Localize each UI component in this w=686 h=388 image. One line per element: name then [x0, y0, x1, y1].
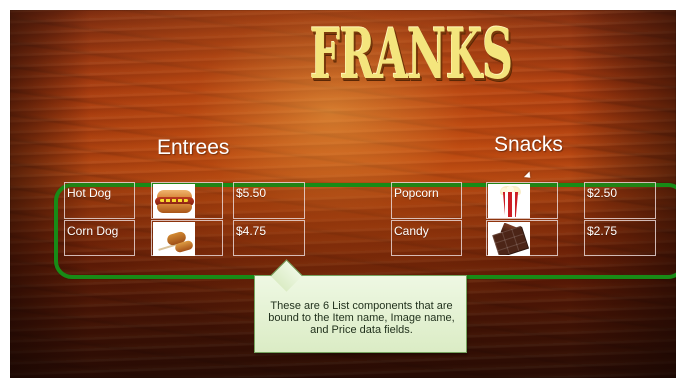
chocolate-candy-image	[488, 222, 530, 256]
snack-name-cell[interactable]: Popcorn	[391, 182, 462, 219]
entree-price-hot-dog: $5.50	[236, 186, 267, 200]
popcorn-image	[488, 184, 530, 218]
snack-image-cell[interactable]	[486, 220, 558, 256]
popcorn-box-icon	[502, 192, 519, 217]
list-components-highlight	[54, 183, 676, 279]
list-components-callout: These are 6 List components that are bou…	[254, 275, 467, 353]
snack-image-cell[interactable]	[486, 182, 558, 219]
entree-name-cell[interactable]: Hot Dog	[64, 182, 135, 219]
entree-name-cell[interactable]: Corn Dog	[64, 220, 135, 256]
entree-name-hot-dog: Hot Dog	[67, 186, 112, 200]
entree-image-cell[interactable]	[151, 220, 223, 256]
entree-image-cell[interactable]	[151, 182, 223, 219]
snack-name-candy: Candy	[394, 224, 429, 238]
snack-price-candy: $2.75	[587, 224, 618, 238]
mouse-cursor-icon	[523, 171, 534, 181]
entree-name-corn-dog: Corn Dog	[67, 224, 119, 238]
franks-title: FRANKS	[309, 14, 513, 95]
entree-price-cell[interactable]: $4.75	[233, 220, 305, 256]
snack-name-cell[interactable]: Candy	[391, 220, 462, 256]
snack-name-popcorn: Popcorn	[394, 186, 439, 200]
hot-dog-image	[153, 184, 195, 218]
callout-text: These are 6 List components that are bou…	[268, 300, 455, 336]
snack-price-cell[interactable]: $2.50	[584, 182, 656, 219]
entree-price-corn-dog: $4.75	[236, 224, 267, 238]
wood-background-screen: FRANKS Entrees Snacks Hot Dog $5.50 Corn…	[10, 10, 676, 378]
chocolate-bar-icon	[492, 225, 528, 255]
corn-dog-image	[153, 222, 195, 256]
hot-dog-mustard-icon	[160, 199, 188, 202]
snack-price-cell[interactable]: $2.75	[584, 220, 656, 256]
entree-price-cell[interactable]: $5.50	[233, 182, 305, 219]
hot-dog-bun-bottom-icon	[157, 204, 192, 213]
entrees-heading: Entrees	[157, 136, 230, 159]
snack-price-popcorn: $2.50	[587, 186, 618, 200]
snacks-heading: Snacks	[494, 133, 563, 156]
screenshot-stage: FRANKS Entrees Snacks Hot Dog $5.50 Corn…	[0, 0, 686, 388]
